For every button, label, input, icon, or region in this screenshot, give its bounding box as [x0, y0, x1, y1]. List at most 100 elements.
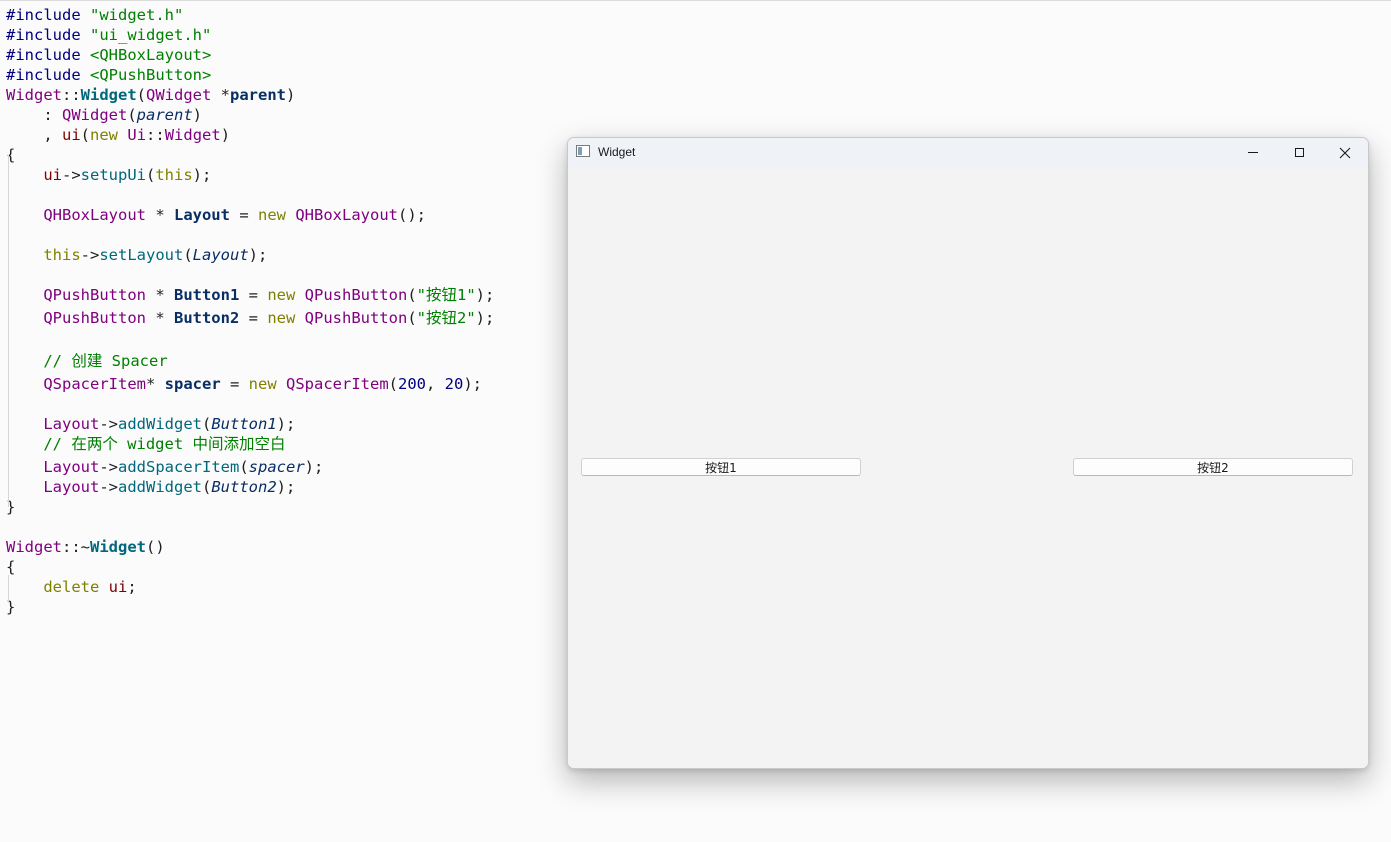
code-line: #include "widget.h" [6, 5, 183, 25]
code-token: addWidget [118, 415, 202, 433]
code-line: Layout->addWidget(Button1); [6, 414, 295, 434]
code-token: this [155, 166, 193, 184]
code-token: -> [62, 166, 81, 184]
code-token: new [267, 286, 296, 304]
code-line: this->setLayout(Layout); [6, 245, 267, 265]
code-line: // 创建 Spacer [6, 351, 167, 371]
code-token: * [145, 206, 174, 224]
code-token: Widget [6, 538, 62, 556]
code-token: ( [239, 458, 249, 476]
code-token: ( [136, 86, 147, 104]
code-token: Layout [43, 415, 100, 433]
code-token: new [248, 375, 277, 393]
code-token: ( [127, 106, 137, 124]
code-token: ); [304, 458, 324, 476]
code-token: Button1 [211, 415, 277, 433]
code-line: QPushButton * Button1 = new QPushButton(… [6, 285, 494, 305]
code-line: #include <QHBoxLayout> [6, 45, 211, 65]
code-token: ); [475, 286, 495, 304]
code-token: :: [146, 126, 165, 144]
code-token: * [211, 86, 231, 104]
indent-guide [8, 575, 9, 603]
code-token: addWidget [118, 478, 202, 496]
code-token: Layout [43, 458, 100, 476]
code-token: parent [230, 86, 287, 104]
code-token: setupUi [80, 166, 146, 184]
code-token: QPushButton [43, 309, 146, 327]
code-token: * [145, 375, 165, 393]
window-title: Widget [598, 145, 636, 159]
code-token: * [145, 309, 174, 327]
code-token: ui [108, 578, 128, 596]
code-token: * [145, 286, 174, 304]
code-token: QHBoxLayout [43, 206, 146, 224]
code-token: ) [192, 106, 203, 124]
minimize-button[interactable] [1230, 138, 1276, 167]
code-token: QPushButton [304, 309, 408, 327]
code-token: ui [62, 126, 81, 144]
code-token: : [6, 106, 62, 124]
code-token: -> [99, 415, 118, 433]
code-token: (); [397, 206, 426, 224]
code-token: ::~ [62, 538, 90, 556]
code-token: "ui_widget.h" [90, 26, 212, 44]
code-token: ) [286, 86, 296, 104]
code-token: ); [276, 478, 296, 496]
code-token: Widget [80, 86, 137, 104]
code-token: "按钮1" [416, 286, 476, 304]
code-token: ( [407, 286, 417, 304]
code-token: QPushButton [43, 286, 146, 304]
code-token: , [426, 375, 445, 393]
code-token: ( [202, 415, 212, 433]
code-token: delete [43, 578, 100, 596]
maximize-icon [1294, 148, 1304, 157]
code-token: Widget [164, 126, 221, 144]
code-line: : QWidget(parent) [6, 105, 202, 125]
code-line: , ui(new Ui::Widget) [6, 125, 230, 145]
code-token: , [6, 126, 62, 144]
code-token: setLayout [99, 246, 184, 264]
code-token: QWidget [146, 86, 212, 104]
code-token: = [229, 206, 258, 224]
code-token: ); [475, 309, 495, 327]
app-window-icon [576, 145, 590, 157]
maximize-button[interactable] [1276, 138, 1322, 167]
widget-window[interactable]: Widget 按钮1 按钮2 [567, 137, 1369, 769]
code-token: 200 [398, 375, 426, 393]
code-token: QPushButton [304, 286, 408, 304]
code-token: ); [248, 246, 268, 264]
code-line: #include <QPushButton> [6, 65, 211, 85]
code-token: ) [220, 126, 231, 144]
code-line: Layout->addWidget(Button2); [6, 477, 295, 497]
code-token: #include [6, 46, 90, 64]
code-token: "按钮2" [416, 309, 476, 327]
button2[interactable]: 按钮2 [1073, 458, 1353, 476]
code-line: QHBoxLayout * Layout = new QHBoxLayout()… [6, 205, 426, 225]
code-token: QSpacerItem [286, 375, 389, 393]
close-button[interactable] [1322, 138, 1368, 167]
code-token: { [6, 558, 16, 576]
code-line: Widget::~Widget() [6, 537, 165, 557]
code-token: ( [183, 246, 193, 264]
code-token: <QHBoxLayout> [90, 46, 212, 64]
code-token: = [220, 375, 249, 393]
minimize-icon [1248, 152, 1258, 153]
code-token: ( [146, 166, 156, 184]
window-titlebar[interactable]: Widget [568, 138, 1368, 167]
code-token: Layout [192, 246, 249, 264]
code-token: #include [6, 66, 90, 84]
button1[interactable]: 按钮1 [581, 458, 861, 476]
code-token: spacer [248, 458, 305, 476]
code-token: Layout [43, 478, 100, 496]
code-token: ( [80, 126, 91, 144]
code-token: Layout [173, 206, 230, 224]
